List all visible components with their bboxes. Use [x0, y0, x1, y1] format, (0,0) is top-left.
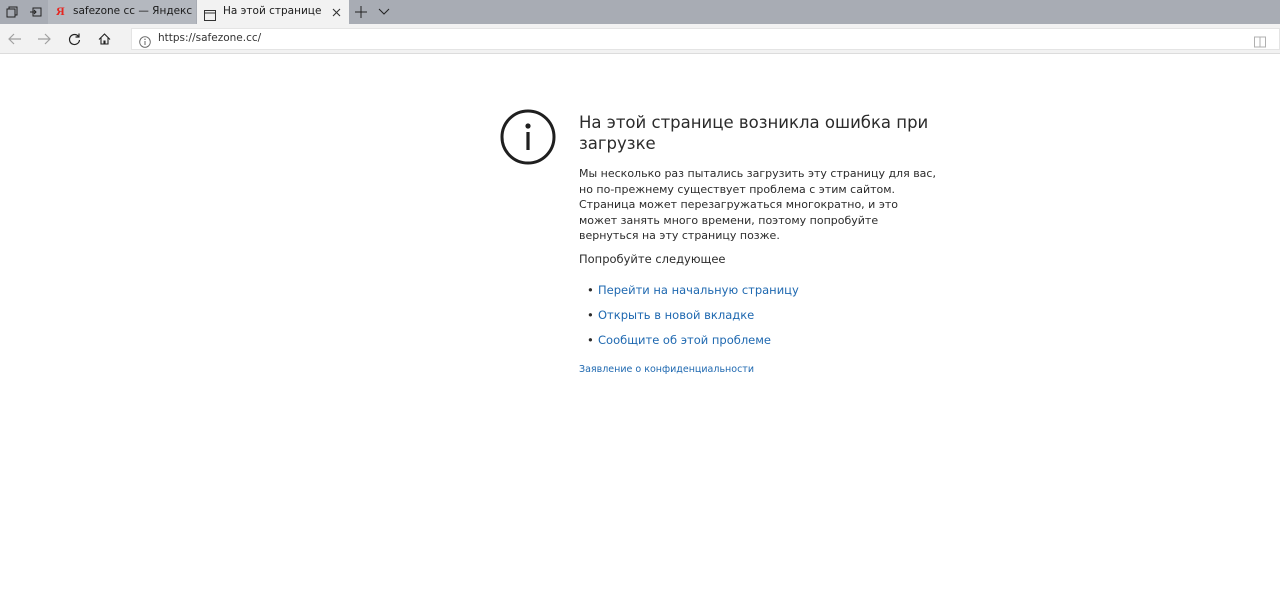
suggestions-heading: Попробуйте следующее: [579, 252, 726, 266]
tab-error-page[interactable]: На этой странице возн: [197, 0, 349, 24]
address-toolbar: https://safezone.cc/: [0, 24, 1280, 54]
bullet-icon: •: [587, 308, 594, 322]
forward-icon[interactable]: [31, 27, 57, 51]
back-icon[interactable]: [2, 27, 28, 51]
tab-title: На этой странице возн: [223, 5, 325, 17]
report-problem-link[interactable]: Сообщите об этой проблеме: [598, 333, 771, 347]
tab-title: safezone cc — Яндекс: наш: [73, 5, 193, 17]
address-bar[interactable]: https://safezone.cc/: [131, 28, 1280, 50]
reading-view-icon[interactable]: [1254, 33, 1266, 52]
bullet-icon: •: [587, 283, 594, 297]
page-title: На этой странице возникла ошибка при заг…: [579, 113, 929, 153]
error-page: На этой странице возникла ошибка при заг…: [0, 55, 1280, 609]
chevron-down-icon[interactable]: [372, 0, 396, 24]
home-icon[interactable]: [91, 27, 117, 51]
new-tab-icon[interactable]: [349, 0, 373, 24]
tab-set-aside-icon[interactable]: [0, 0, 24, 24]
yandex-icon: Я: [56, 4, 65, 18]
tab-bar: Я safezone cc — Яндекс: наш На этой стра…: [0, 0, 1280, 24]
refresh-icon[interactable]: [61, 27, 87, 51]
url-text: https://safezone.cc/: [158, 32, 262, 44]
error-description: Мы несколько раз пытались загрузить эту …: [579, 167, 936, 242]
site-info-icon[interactable]: [139, 33, 151, 52]
tabs-aside-icon[interactable]: [24, 0, 48, 24]
page-icon: [204, 6, 216, 25]
privacy-statement-link[interactable]: Заявление о конфиденциальности: [579, 364, 754, 375]
close-tab-icon[interactable]: [329, 5, 343, 19]
go-to-start-page-link[interactable]: Перейти на начальную страницу: [598, 283, 799, 297]
info-icon: [500, 109, 556, 165]
bullet-icon: •: [587, 333, 594, 347]
open-in-new-tab-link[interactable]: Открыть в новой вкладке: [598, 308, 754, 322]
tab-yandex[interactable]: Я safezone cc — Яндекс: наш: [48, 0, 196, 24]
